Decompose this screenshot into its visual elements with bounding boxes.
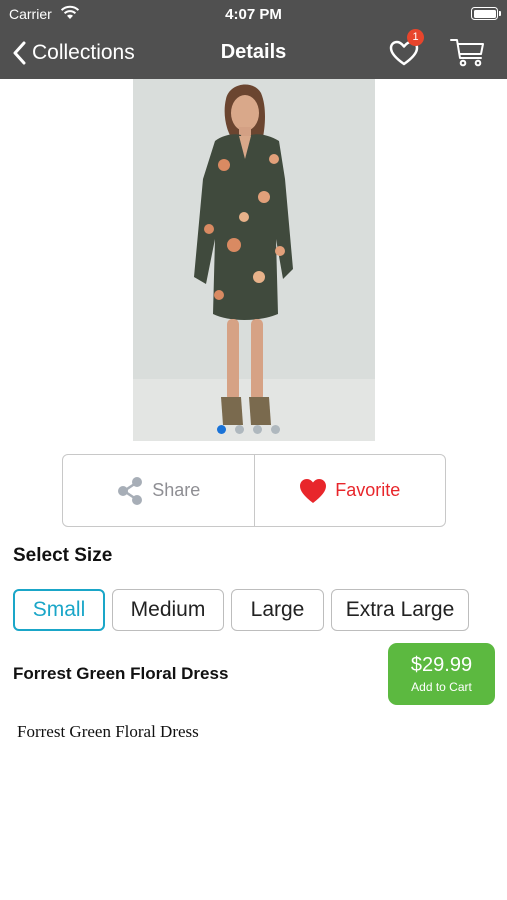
size-option-small[interactable]: Small [13,589,105,631]
product-name: Forrest Green Floral Dress [13,664,229,683]
favorites-badge: 1 [407,29,424,46]
select-size-heading: Select Size [13,545,113,566]
battery-tip [499,11,501,16]
favorite-button[interactable]: Favorite [253,455,446,526]
size-option-extra-large[interactable]: Extra Large [331,589,469,631]
add-to-cart-button[interactable]: $29.99 Add to Cart [388,643,495,705]
chevron-left-icon [13,41,26,65]
product-description: Forrest Green Floral Dress [17,722,199,741]
back-button[interactable]: Collections [12,38,135,68]
add-to-cart-label: Add to Cart [411,680,472,694]
cart-icon[interactable] [449,36,487,68]
page-dot [253,425,262,434]
navigation-bar: Carrier 4:07 PM Collections Details 1 [0,0,507,79]
size-option-medium[interactable]: Medium [112,589,224,631]
favorite-button-label: Favorite [335,480,401,500]
gallery-page-indicator[interactable] [217,425,280,434]
product-photo[interactable] [133,79,375,441]
battery-icon [471,7,498,20]
page-dot [217,425,226,434]
share-button[interactable]: Share [63,455,254,526]
action-buttons: Share Favorite [62,454,446,527]
size-option-large[interactable]: Large [231,589,324,631]
share-icon [118,476,143,505]
back-button-label: Collections [32,41,135,64]
share-button-label: Share [152,480,201,500]
status-bar: Carrier 4:07 PM [0,0,507,28]
status-time: 4:07 PM [225,6,282,23]
product-image [133,79,375,441]
page-dot [235,425,244,434]
page-dot [271,425,280,434]
size-options: Small Medium Large Extra Large [13,589,469,631]
price-label: $29.99 [410,654,473,676]
heart-filled-icon [300,478,327,503]
